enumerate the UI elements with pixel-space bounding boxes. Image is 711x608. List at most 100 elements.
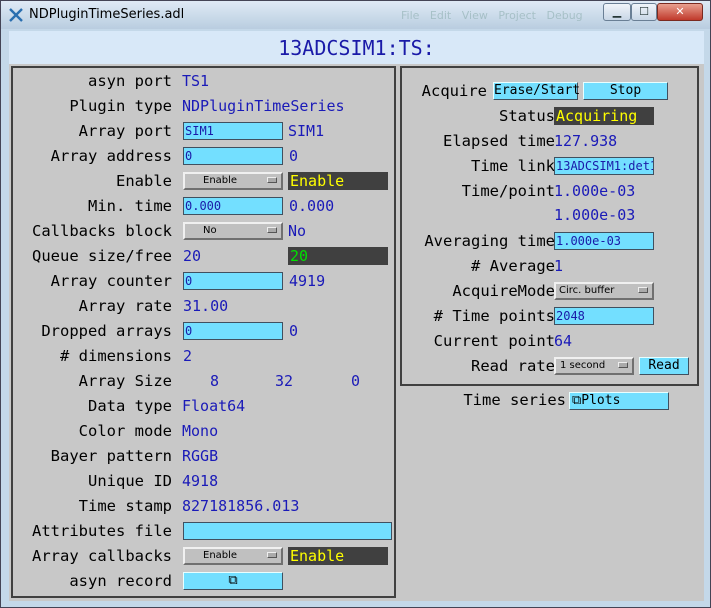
read-rate-menu-value: 1 second [560, 360, 606, 371]
asyn-record-label: asyn record [69, 572, 172, 590]
title-bar[interactable]: NDPluginTimeSeries.adl File Edit View Pr… [1, 1, 710, 29]
elapsed-time-value: 127.938 [554, 132, 618, 150]
close-icon: ✕ [675, 5, 685, 18]
maximize-button[interactable]: ☐ [631, 3, 657, 21]
array-size-x: 8 [210, 372, 220, 390]
banner: 13ADCSIM1:TS: [9, 31, 704, 64]
num-average-value: 1 [554, 257, 564, 275]
plots-button[interactable]: ⧉Plots [569, 392, 669, 410]
asyn-record-button[interactable]: ⧉ [183, 572, 283, 590]
menu-indicator-icon [267, 227, 277, 233]
time-stamp-value: 827181856.013 [182, 497, 300, 515]
array-counter-label: Array counter [50, 272, 172, 290]
maximize-icon: ☐ [639, 5, 649, 18]
color-mode-value: Mono [182, 422, 219, 440]
read-rate-menu[interactable]: 1 second [554, 357, 634, 375]
enable-menu[interactable]: Enable [183, 172, 283, 190]
min-time-input[interactable]: 0.000 [183, 197, 283, 215]
time-per-point-label: Time/point [461, 182, 555, 200]
color-mode-label: Color mode [78, 422, 172, 440]
time-per-point-readback: 1.000e-03 [554, 206, 636, 224]
array-port-input[interactable]: SIM1 [183, 122, 283, 140]
array-port-label: Array port [78, 122, 172, 140]
close-button[interactable]: ✕ [657, 3, 703, 21]
bg-menu-item: Edit [429, 9, 452, 22]
minimize-icon: ▁ [612, 5, 622, 18]
time-stamp-label: Time stamp [78, 497, 172, 515]
queue-size-value: 20 [183, 247, 202, 265]
callbacks-block-menu[interactable]: No [183, 222, 283, 240]
time-points-label: # Time points [433, 307, 555, 325]
averaging-time-input[interactable]: 1.000e-03 [554, 232, 654, 250]
time-link-input[interactable]: 13ADCSIM1:det1 [554, 157, 654, 175]
array-callbacks-label: Array callbacks [32, 547, 172, 565]
dimensions-label: # dimensions [60, 347, 172, 365]
bayer-pattern-value: RGGB [182, 447, 219, 465]
right-panel: Acquire Erase/Start Stop Status Acquirin… [400, 66, 699, 386]
array-size-z: 0 [351, 372, 361, 390]
window-title: NDPluginTimeSeries.adl [29, 7, 185, 22]
plugin-type-label: Plugin type [69, 97, 172, 115]
dimensions-value: 2 [183, 347, 193, 365]
array-callbacks-readback: Enable [288, 547, 388, 565]
array-size-y: 32 [275, 372, 294, 390]
min-time-readback: 0.000 [289, 197, 335, 215]
num-average-label: # Average [471, 257, 555, 275]
acquire-label: Acquire [421, 82, 487, 100]
left-panel: asyn port TS1 Plugin type NDPluginTimeSe… [11, 66, 396, 598]
stop-button[interactable]: Stop [583, 82, 668, 100]
array-address-label: Array address [50, 147, 172, 165]
callbacks-block-label: Callbacks block [32, 222, 172, 240]
app-window: NDPluginTimeSeries.adl File Edit View Pr… [0, 0, 711, 608]
menu-indicator-icon [638, 287, 648, 293]
time-per-point-value: 1.000e-03 [554, 182, 636, 200]
dropped-arrays-input[interactable]: 0 [183, 322, 283, 340]
erase-start-button[interactable]: Erase/Start [493, 82, 580, 100]
bg-menu-item: File [401, 9, 420, 22]
status-value: Acquiring [554, 107, 654, 125]
banner-title: 13ADCSIM1:TS: [278, 36, 435, 60]
current-point-value: 64 [554, 332, 573, 350]
unique-id-value: 4918 [182, 472, 219, 490]
dropped-arrays-readback: 0 [289, 322, 299, 340]
data-type-value: Float64 [182, 397, 246, 415]
time-series-label: Time series [463, 391, 566, 409]
array-size-label: Array Size [78, 372, 172, 390]
acquire-mode-menu[interactable]: Circ. buffer [554, 282, 654, 300]
read-button[interactable]: Read [639, 357, 689, 375]
array-rate-value: 31.00 [183, 297, 229, 315]
acquire-mode-label: AcquireMode [452, 282, 555, 300]
bayer-pattern-label: Bayer pattern [50, 447, 172, 465]
array-callbacks-menu-value: Enable [203, 550, 238, 561]
time-link-label: Time link [471, 157, 555, 175]
data-type-label: Data type [88, 397, 172, 415]
array-callbacks-menu[interactable]: Enable [183, 547, 283, 565]
elapsed-time-label: Elapsed time [443, 132, 555, 150]
current-point-label: Current point [433, 332, 555, 350]
array-counter-readback: 4919 [289, 272, 326, 290]
attributes-file-label: Attributes file [32, 522, 172, 540]
unique-id-label: Unique ID [88, 472, 172, 490]
array-address-input[interactable]: 0 [183, 147, 283, 165]
array-counter-input[interactable]: 0 [183, 272, 283, 290]
acquire-mode-menu-value: Circ. buffer [559, 285, 615, 296]
min-time-label: Min. time [88, 197, 172, 215]
averaging-time-label: Averaging time [424, 232, 555, 250]
minimize-button[interactable]: ▁ [603, 3, 631, 21]
read-rate-label: Read rate [471, 357, 555, 375]
background-menu: File Edit View Project Debug [401, 9, 583, 22]
menu-indicator-icon [267, 177, 277, 183]
related-display-icon: ⧉ [228, 573, 238, 588]
menu-indicator-icon [618, 362, 628, 368]
dropped-arrays-label: Dropped arrays [41, 322, 172, 340]
bg-menu-item: Debug [546, 9, 583, 22]
enable-label: Enable [116, 172, 172, 190]
asyn-port-label: asyn port [88, 72, 172, 90]
status-label: Status [499, 107, 555, 125]
array-port-readback: SIM1 [288, 122, 325, 140]
queue-label: Queue size/free [32, 247, 172, 265]
array-address-readback: 0 [289, 147, 299, 165]
callbacks-block-menu-value: No [203, 225, 217, 236]
attributes-file-input[interactable] [183, 522, 392, 540]
time-points-input[interactable]: 2048 [554, 307, 654, 325]
